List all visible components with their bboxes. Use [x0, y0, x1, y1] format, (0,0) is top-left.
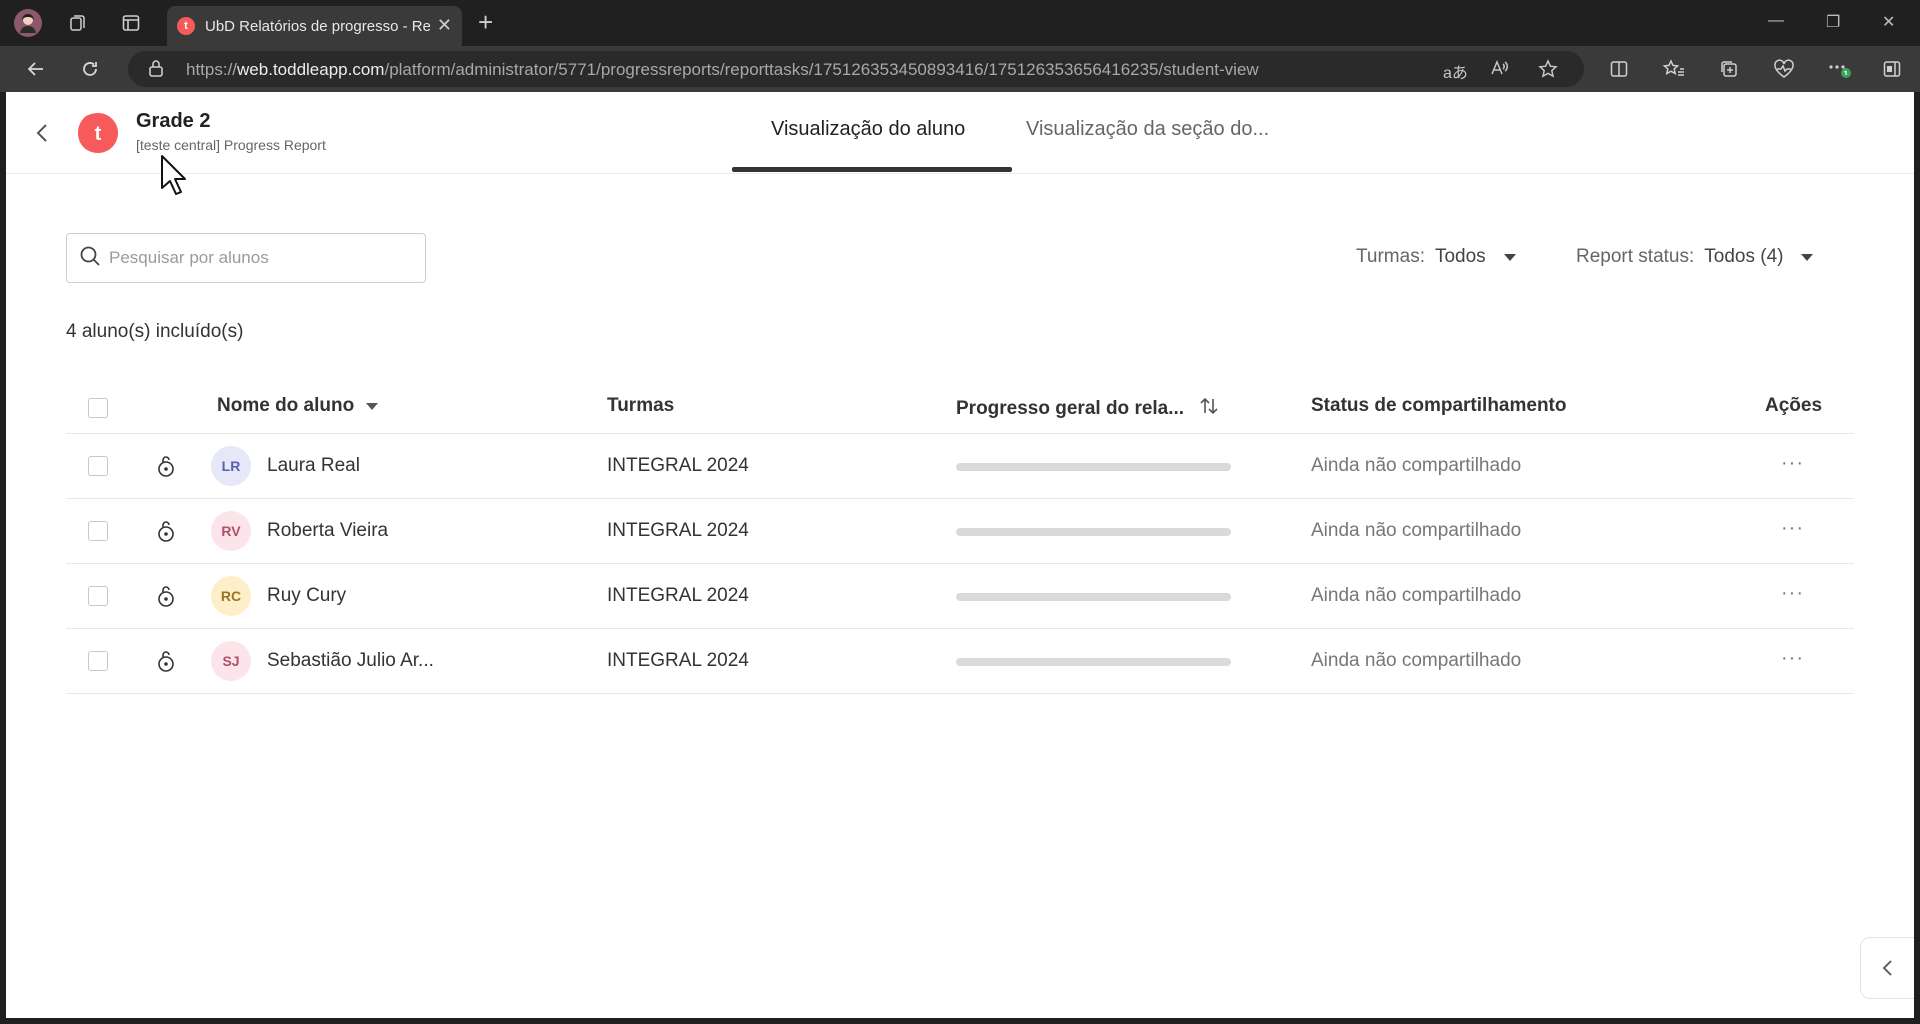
sharing-status: Ainda não compartilhado	[1311, 585, 1522, 606]
row-checkbox[interactable]	[88, 586, 108, 606]
sort-arrows-icon[interactable]	[1198, 395, 1220, 423]
column-progress-label: Progresso geral do rela...	[956, 398, 1185, 419]
workspaces-icon[interactable]	[64, 9, 92, 37]
row-checkbox[interactable]	[88, 456, 108, 476]
close-tab-icon[interactable]: ✕	[437, 16, 452, 34]
url-field[interactable]: https://web.toddleapp.com/platform/admin…	[128, 51, 1584, 87]
minimize-icon[interactable]: —	[1768, 12, 1784, 30]
report-status-filter-dropdown[interactable]: Report status: Todos (4)	[1576, 246, 1814, 268]
tab-title: UbD Relatórios de progresso - Re	[205, 17, 430, 35]
search-input[interactable]	[109, 248, 409, 268]
caret-down-icon	[1801, 253, 1814, 261]
read-aloud-icon[interactable]	[1490, 59, 1508, 82]
avatar: SJ	[211, 641, 251, 681]
url-text: https://web.toddleapp.com/platform/admin…	[186, 60, 1259, 79]
row-checkbox[interactable]	[88, 651, 108, 671]
progress-bar	[956, 528, 1231, 536]
unlocked-icon	[154, 454, 178, 478]
close-window-icon[interactable]: ✕	[1882, 12, 1895, 32]
sort-caret-down-icon	[366, 402, 379, 410]
status-filter-value: Todos (4)	[1704, 246, 1784, 267]
progress-bar	[956, 593, 1231, 601]
browser-tab-active[interactable]: t UbD Relatórios de progresso - Re ✕	[167, 6, 462, 46]
active-tab-indicator	[732, 167, 1012, 172]
back-chevron-icon[interactable]	[32, 120, 54, 146]
sharing-status: Ainda não compartilhado	[1311, 520, 1522, 541]
students-count: 4 aluno(s) incluído(s)	[66, 321, 244, 342]
student-classes: INTEGRAL 2024	[607, 455, 749, 476]
avatar: RC	[211, 576, 251, 616]
browser-essentials-icon[interactable]	[1770, 55, 1798, 83]
status-filter-label: Report status:	[1576, 246, 1695, 267]
progress-bar	[956, 463, 1231, 471]
page-subtitle: [teste central] Progress Report	[136, 137, 326, 153]
restore-icon[interactable]: ❐	[1826, 12, 1840, 32]
avatar: RV	[211, 511, 251, 551]
classes-filter-dropdown[interactable]: Turmas: Todos	[1356, 246, 1516, 268]
column-header-classes: Turmas	[607, 395, 675, 416]
browser-address-bar: https://web.toddleapp.com/platform/admin…	[0, 46, 1920, 92]
toddle-favicon-icon: t	[177, 17, 195, 35]
table-row[interactable]: RC Ruy Cury INTEGRAL 2024 Ainda não compart…	[66, 564, 1854, 629]
chevron-left-icon	[1882, 960, 1892, 976]
more-actions-icon[interactable]: ···	[1781, 582, 1804, 605]
column-header-progress[interactable]: Progresso geral do rela...	[956, 395, 1220, 423]
web-page: t Grade 2 [teste central] Progress Repor…	[6, 92, 1914, 1018]
mouse-cursor-icon	[160, 154, 190, 196]
student-name[interactable]: Roberta Vieira	[267, 520, 388, 542]
classes-filter-value: Todos	[1434, 246, 1486, 267]
favorites-list-icon[interactable]	[1660, 55, 1688, 83]
collections-icon[interactable]	[1715, 55, 1743, 83]
student-classes: INTEGRAL 2024	[607, 650, 749, 671]
tab-student-view[interactable]: Visualização do aluno	[771, 118, 965, 141]
table-row[interactable]: LR Laura Real INTEGRAL 2024 Ainda não compa…	[66, 434, 1854, 499]
search-icon	[79, 245, 101, 272]
student-classes: INTEGRAL 2024	[607, 585, 749, 606]
page-header: t Grade 2 [teste central] Progress Repor…	[6, 92, 1914, 174]
sharing-status: Ainda não compartilhado	[1311, 455, 1522, 476]
column-header-actions: Ações	[1765, 395, 1823, 416]
more-actions-icon[interactable]: ···	[1781, 647, 1804, 670]
student-classes: INTEGRAL 2024	[607, 520, 749, 541]
refresh-icon[interactable]	[76, 55, 104, 83]
student-search[interactable]	[66, 233, 426, 283]
toddle-logo-icon: t	[76, 111, 120, 155]
browser-tab-bar: t UbD Relatórios de progresso - Re ✕ + —…	[0, 0, 1920, 46]
side-panel-toggle[interactable]	[1860, 937, 1914, 999]
row-checkbox[interactable]	[88, 521, 108, 541]
sidebar-toggle-icon[interactable]	[1878, 55, 1906, 83]
back-arrow-icon[interactable]	[22, 55, 50, 83]
table-row[interactable]: SJ Sebastião Julio Ar... INTEGRAL 2024 Aind…	[66, 629, 1854, 694]
svg-text:t: t	[95, 123, 102, 145]
page-title: Grade 2	[136, 110, 211, 132]
split-screen-icon[interactable]	[1605, 55, 1633, 83]
table-header-row: Nome do aluno Turmas Progresso geral do …	[66, 382, 1854, 434]
more-actions-icon[interactable]: ···	[1781, 452, 1804, 475]
vertical-tabs-icon[interactable]	[117, 9, 145, 37]
unlocked-icon	[154, 584, 178, 608]
tab-section-view[interactable]: Visualização da seção do...	[1026, 118, 1269, 141]
classes-filter-label: Turmas:	[1356, 246, 1425, 267]
translate-icon[interactable]: aあ	[1443, 59, 1468, 83]
sharing-status: Ainda não compartilhado	[1311, 650, 1522, 671]
unlocked-icon	[154, 519, 178, 543]
column-name-label: Nome do aluno	[217, 395, 355, 416]
favorite-star-icon[interactable]	[1538, 59, 1558, 84]
column-header-name[interactable]: Nome do aluno	[217, 395, 379, 417]
caret-down-icon	[1503, 253, 1516, 261]
progress-bar	[956, 658, 1231, 666]
student-name[interactable]: Ruy Cury	[267, 585, 346, 607]
unlocked-icon	[154, 649, 178, 673]
new-tab-icon[interactable]: +	[478, 8, 493, 36]
column-header-sharing: Status de compartilhamento	[1311, 395, 1567, 416]
lock-icon[interactable]	[148, 59, 164, 82]
more-actions-icon[interactable]: ···	[1781, 517, 1804, 540]
student-name[interactable]: Sebastião Julio Ar...	[267, 650, 434, 672]
profile-avatar-icon[interactable]	[14, 9, 42, 37]
select-all-checkbox[interactable]	[88, 398, 108, 418]
more-menu-icon[interactable]	[1826, 55, 1854, 83]
avatar: LR	[211, 446, 251, 486]
student-name[interactable]: Laura Real	[267, 455, 360, 477]
table-row[interactable]: RV Roberta Vieira INTEGRAL 2024 Ainda não c…	[66, 499, 1854, 564]
